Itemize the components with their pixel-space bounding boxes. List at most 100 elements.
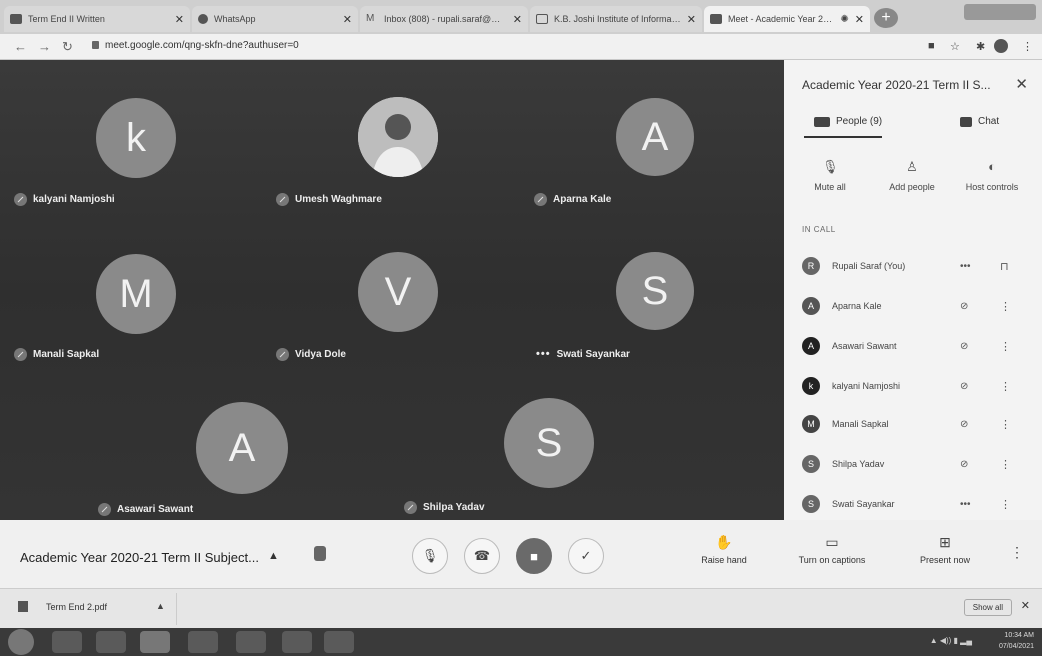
more-vert-icon[interactable]: ⋮ [1000,340,1011,353]
add-person-icon: ♙ [906,159,918,174]
list-item[interactable]: A Asawari Sawant ⊘ ⋮ [802,331,1022,361]
list-item[interactable]: A Aparna Kale ⊘ ⋮ [802,291,1022,321]
list-item[interactable]: S Swati Sayankar ••• ⋮ [802,489,1022,519]
more-options-icon[interactable]: ••• [960,499,971,510]
mic-off-icon [14,193,27,206]
mic-off-icon[interactable]: ⊘ [960,341,968,352]
mute-all-button[interactable]: 🎙 Mute all [790,159,870,193]
tab-title: Term End II Written [28,14,105,24]
browser-tab[interactable]: Term End II Written ✕ [4,6,190,32]
window-icon[interactable] [324,631,354,653]
check-icon: ✓ [580,548,592,563]
more-vert-icon[interactable]: ⋮ [1000,458,1011,471]
avatar: M [802,415,820,433]
shield-icon[interactable] [314,546,326,561]
list-item[interactable]: M Manali Sapkal ⊘ ⋮ [802,409,1022,439]
meeting-title[interactable]: Academic Year 2020-21 Term II Subject... [20,550,259,565]
captions-button[interactable]: ▭ Turn on captions [790,534,874,565]
extension-icon[interactable]: ✱ [976,40,985,53]
check-button[interactable]: ✓ [568,538,604,574]
mic-off-icon [404,501,417,514]
clock[interactable]: 10:34 AM 07/04/2021 [999,630,1034,652]
star-icon[interactable]: ☆ [950,40,960,53]
close-icon[interactable]: ✕ [1021,599,1030,612]
more-vert-icon[interactable]: ⋮ [1000,498,1011,511]
browser-tab[interactable]: WhatsApp ✕ [192,6,358,32]
browser-tab[interactable]: K.B. Joshi Institute of Informatio ✕ [530,6,702,32]
browser-tab-active[interactable]: Meet - Academic Year 2020- ✺ ✕ [704,6,870,32]
avatar: R [802,257,820,275]
folder-icon[interactable] [282,631,312,653]
download-bar: Term End 2.pdf ▲ Show all ✕ [0,588,1042,628]
url-field[interactable]: meet.google.com/qng-skfn-dne?authuser=0 [92,40,299,51]
avatar: S [802,495,820,513]
more-vert-icon[interactable]: ⋮ [1000,380,1011,393]
participant-label: ••• Swati Sayankar [536,348,630,360]
section-heading: IN CALL [802,225,836,234]
reload-icon[interactable]: ↻ [62,39,73,55]
leave-call-button[interactable]: ☎ [464,538,500,574]
panel-title: Academic Year 2020-21 Term II S... [802,78,991,92]
show-all-button[interactable]: Show all [963,599,1012,616]
host-controls-button[interactable]: ◐ Host controls [952,159,1032,193]
chrome-icon[interactable] [140,631,170,653]
app-icon[interactable] [236,631,266,653]
chevron-up-icon[interactable]: ▲ [268,550,279,562]
person-photo-icon [358,97,438,177]
window-controls[interactable] [964,4,1036,20]
download-item[interactable]: Term End 2.pdf [18,601,107,612]
mic-icon: 🎙 [421,548,439,563]
pdf-file-icon [18,601,28,612]
more-options-icon[interactable]: ••• [960,261,971,272]
back-icon[interactable]: ← [14,39,27,54]
captions-icon: ▭ [825,534,839,550]
new-tab-button[interactable]: + [874,8,898,28]
close-icon[interactable]: ✕ [337,13,352,26]
tab-title: WhatsApp [214,14,256,24]
browser-tab-bar: Term End II Written ✕ WhatsApp ✕ M Inbox… [0,0,1042,34]
mic-off-icon[interactable]: ⊘ [960,301,968,312]
microphone-button[interactable]: 🎙 [412,538,448,574]
list-item[interactable]: k kalyani Namjoshi ⊘ ⋮ [802,371,1022,401]
pin-icon[interactable]: ⊓ [1000,260,1009,273]
mic-off-icon[interactable]: ⊘ [960,381,968,392]
chevron-up-icon[interactable]: ▲ [156,601,165,611]
start-button[interactable] [8,629,34,655]
browser-icon[interactable] [96,631,126,653]
mic-off-icon: 🎙 [822,159,839,174]
people-icon [814,116,830,127]
more-vert-icon[interactable]: ⋮ [1000,300,1011,313]
tab-people[interactable]: People (9) [814,116,882,127]
media-player-icon[interactable] [52,631,82,653]
add-people-button[interactable]: ♙ Add people [872,159,952,193]
list-item[interactable]: S Shilpa Yadav ⊘ ⋮ [802,449,1022,479]
present-now-button[interactable]: ⊞ Present now [910,534,980,565]
more-options-icon[interactable]: ⋮ [1010,544,1024,561]
more-vert-icon[interactable]: ⋮ [1000,418,1011,431]
participant-label: Aparna Kale [534,193,611,206]
browser-tab[interactable]: M Inbox (808) - rupali.saraf@mahav ✕ [360,6,528,32]
forward-icon[interactable]: → [38,39,51,54]
list-item[interactable]: R Rupali Saraf (You) ••• ⊓ [802,251,1022,281]
raise-hand-button[interactable]: ✋ Raise hand [694,534,754,565]
mic-off-icon[interactable]: ⊘ [960,459,968,470]
menu-icon[interactable]: ⋮ [1022,40,1033,53]
close-icon[interactable]: ✕ [1015,75,1028,93]
close-icon[interactable]: ✕ [849,13,864,26]
url-text: meet.google.com/qng-skfn-dne?authuser=0 [105,40,299,51]
firefox-icon[interactable] [188,631,218,653]
taskbar: ▲ ◀)) ▮ ▂▄ 10:34 AM 07/04/2021 [0,628,1042,656]
participant-avatar: V [358,252,438,332]
camera-icon[interactable]: ■ [928,40,935,52]
close-icon[interactable]: ✕ [169,13,184,26]
tab-chat[interactable]: Chat [960,116,999,127]
mic-off-icon[interactable]: ⊘ [960,419,968,430]
toggle-icon: ◐ [988,159,996,174]
close-icon[interactable]: ✕ [507,13,522,26]
avatar: A [802,337,820,355]
camera-button[interactable]: ■ [516,538,552,574]
close-icon[interactable]: ✕ [681,13,696,26]
system-tray-icons[interactable]: ▲ ◀)) ▮ ▂▄ [930,636,972,645]
participant-photo [358,97,438,177]
profile-avatar[interactable] [994,39,1008,53]
